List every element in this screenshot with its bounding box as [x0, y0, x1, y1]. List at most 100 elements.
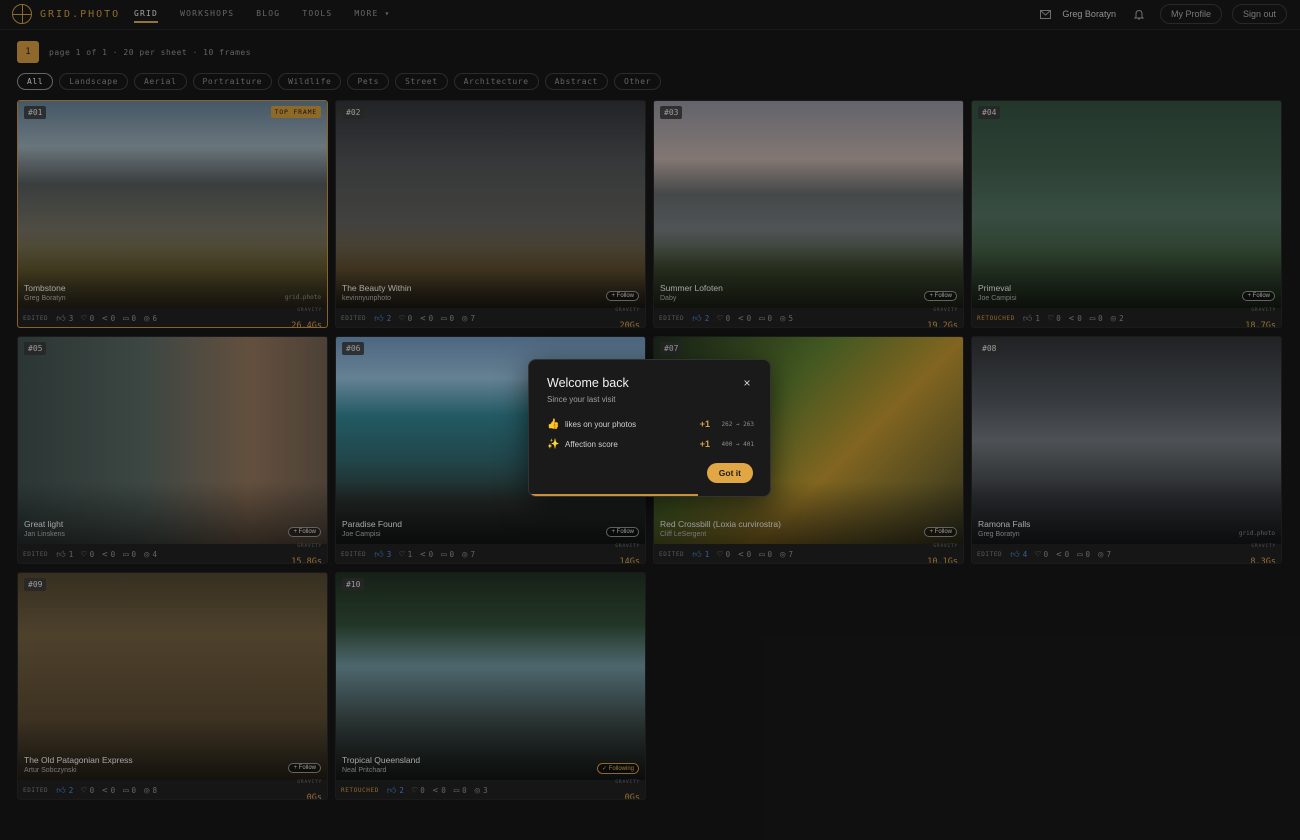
photo-author[interactable]: Joe Campisi: [342, 531, 381, 538]
comment-stat[interactable]: ▭ 0: [1090, 314, 1103, 324]
heart-stat[interactable]: ♡ 0: [1035, 550, 1048, 560]
filter-chip-abstract[interactable]: Abstract: [544, 73, 608, 90]
user-name[interactable]: Greg Boratyn: [1062, 9, 1116, 19]
got-it-button[interactable]: Got it: [706, 463, 753, 483]
heart-stat[interactable]: ♡ 0: [399, 314, 412, 324]
share-stat[interactable]: <0: [102, 550, 115, 560]
like-stat[interactable]: 👍︎ 3: [56, 314, 73, 324]
photo-author[interactable]: kevinnyunphoto: [342, 295, 391, 302]
comment-stat[interactable]: ▭ 0: [123, 786, 136, 796]
logo[interactable]: GRID.PHOTO: [12, 4, 120, 24]
like-stat[interactable]: 👍︎ 2: [692, 314, 709, 324]
photo-card[interactable]: #10 Tropical Queensland Neal Pritchard ✓ Fo…: [335, 572, 646, 800]
heart-stat[interactable]: ♡ 0: [81, 314, 94, 324]
photo-title[interactable]: Paradise Found: [342, 519, 402, 529]
follow-button[interactable]: + Follow: [924, 527, 957, 537]
photo-author[interactable]: Cliff LeSergent: [660, 531, 706, 538]
filter-chip-pets[interactable]: Pets: [347, 73, 390, 90]
heart-stat[interactable]: ♡ 0: [81, 786, 94, 796]
filter-chip-portraiture[interactable]: Portraiture: [192, 73, 273, 90]
comment-stat[interactable]: ▭ 0: [123, 314, 136, 324]
photo-card[interactable]: #02 The Beauty Within kevinnyunphoto + Foll…: [335, 100, 646, 328]
heart-stat[interactable]: ♡ 0: [717, 314, 730, 324]
like-stat[interactable]: 👍︎ 4: [1010, 550, 1027, 560]
photo-title[interactable]: Summer Lofoten: [660, 283, 723, 293]
filter-chip-architecture[interactable]: Architecture: [453, 73, 539, 90]
like-stat[interactable]: 👍︎ 2: [374, 314, 391, 324]
comment-stat[interactable]: ▭ 0: [759, 550, 772, 560]
follow-button[interactable]: + Follow: [924, 291, 957, 301]
follow-button[interactable]: + Follow: [606, 527, 639, 537]
like-stat[interactable]: 👍︎ 1: [56, 550, 73, 560]
filter-chip-landscape[interactable]: Landscape: [59, 73, 128, 90]
photo-card[interactable]: #09 The Old Patagonian Express Artur Sobcz…: [17, 572, 328, 800]
like-stat[interactable]: 👍︎ 1: [1023, 314, 1040, 324]
comment-stat[interactable]: ▭ 0: [441, 314, 454, 324]
page-badge[interactable]: 1: [17, 41, 39, 63]
photo-title[interactable]: Red Crossbill (Loxia curvirostra): [660, 519, 781, 529]
like-stat[interactable]: 👍︎ 2: [387, 786, 404, 796]
share-stat[interactable]: <0: [420, 550, 433, 560]
filter-chip-street[interactable]: Street: [395, 73, 448, 90]
follow-button[interactable]: + Follow: [1242, 291, 1275, 301]
comment-stat[interactable]: ▭ 0: [1077, 550, 1090, 560]
filter-chip-wildlife[interactable]: Wildlife: [278, 73, 342, 90]
photo-author[interactable]: Greg Boratyn: [978, 531, 1020, 538]
heart-stat[interactable]: ♡ 0: [412, 786, 425, 796]
like-stat[interactable]: 👍︎ 3: [374, 550, 391, 560]
comment-stat[interactable]: ▭ 0: [759, 314, 772, 324]
sign-out-button[interactable]: Sign out: [1231, 4, 1287, 24]
photo-author[interactable]: Artur Sobczynski: [24, 767, 77, 774]
nav-blog[interactable]: BLOG: [256, 9, 280, 18]
photo-title[interactable]: Great light: [24, 519, 63, 529]
follow-button[interactable]: + Follow: [288, 527, 321, 537]
heart-stat[interactable]: ♡ 0: [1048, 314, 1061, 324]
heart-stat[interactable]: ♡ 1: [399, 550, 412, 560]
nav-workshops[interactable]: WORKSHOPS: [180, 9, 234, 18]
nav-grid[interactable]: GRID: [134, 9, 159, 23]
my-profile-button[interactable]: My Profile: [1159, 4, 1222, 24]
photo-card[interactable]: #03 Summer Lofoten Daby + Follow EDITED 👍︎ 2…: [653, 100, 964, 328]
photo-card[interactable]: #04 Primeval Joe Campisi + Follow RETOUCHED…: [971, 100, 1282, 328]
photo-title[interactable]: The Beauty Within: [342, 283, 411, 293]
photo-card[interactable]: #08 Ramona Falls Greg Boratyn grid.photo ED…: [971, 336, 1282, 564]
mail-icon[interactable]: [1038, 9, 1052, 19]
photo-title[interactable]: Tropical Queensland: [342, 755, 420, 765]
follow-button[interactable]: + Follow: [606, 291, 639, 301]
close-icon[interactable]: ×: [741, 377, 753, 389]
share-stat[interactable]: <0: [738, 550, 751, 560]
photo-card[interactable]: #05 Great light Jan Linskens + Follow EDITE…: [17, 336, 328, 564]
photo-title[interactable]: Tombstone: [24, 283, 66, 293]
share-stat[interactable]: <0: [738, 314, 751, 324]
photo-author[interactable]: Joe Campisi: [978, 295, 1017, 302]
filter-chip-aerial[interactable]: Aerial: [134, 73, 187, 90]
photo-author[interactable]: Daby: [660, 295, 676, 302]
photo-card[interactable]: #01 TOP FRAME Tombstone Greg Boratyn grid.ph…: [17, 100, 328, 328]
heart-stat[interactable]: ♡ 0: [81, 550, 94, 560]
comment-stat[interactable]: ▭ 0: [441, 550, 454, 560]
like-stat[interactable]: 👍︎ 2: [56, 786, 73, 796]
photo-title[interactable]: Ramona Falls: [978, 519, 1030, 529]
follow-button[interactable]: + Follow: [288, 763, 321, 773]
filter-chip-all[interactable]: All: [17, 73, 54, 90]
nav-more[interactable]: MORE ▾: [354, 9, 390, 18]
nav-tools[interactable]: TOOLS: [302, 9, 332, 18]
share-stat[interactable]: <0: [420, 314, 433, 324]
filter-chip-other[interactable]: Other: [613, 73, 662, 90]
photo-title[interactable]: The Old Patagonian Express: [24, 755, 133, 765]
follow-button[interactable]: ✓ Following: [596, 763, 639, 774]
photo-author[interactable]: Greg Boratyn: [24, 295, 66, 302]
comment-stat[interactable]: ▭ 0: [454, 786, 467, 796]
photo-title[interactable]: Primeval: [978, 283, 1011, 293]
photo-author[interactable]: Jan Linskens: [24, 531, 65, 538]
share-stat[interactable]: <0: [102, 786, 115, 796]
share-stat[interactable]: <0: [1056, 550, 1069, 560]
share-stat[interactable]: <0: [433, 786, 446, 796]
like-stat[interactable]: 👍︎ 1: [692, 550, 709, 560]
photo-author[interactable]: Neal Pritchard: [342, 767, 386, 774]
share-stat[interactable]: <0: [1069, 314, 1082, 324]
heart-stat[interactable]: ♡ 0: [717, 550, 730, 560]
comment-stat[interactable]: ▭ 0: [123, 550, 136, 560]
bell-icon[interactable]: [1132, 9, 1146, 20]
share-stat[interactable]: <0: [102, 314, 115, 324]
